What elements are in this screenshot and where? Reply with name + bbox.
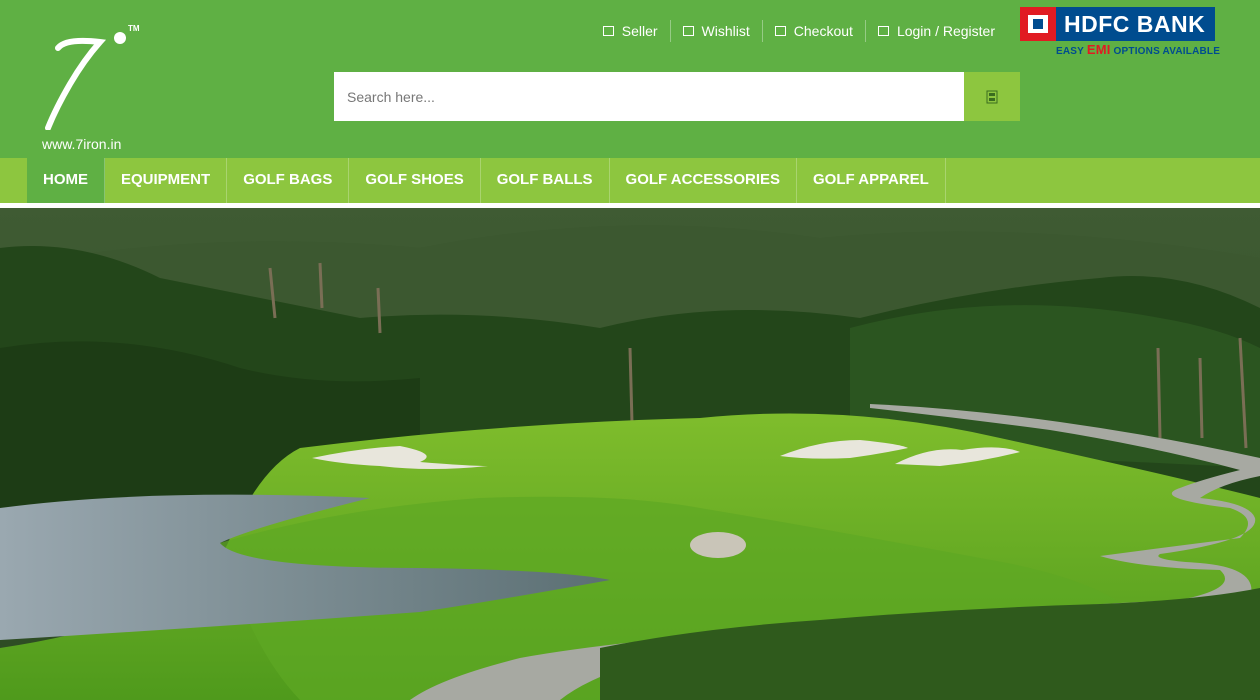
emi-tagline: EASY EMI OPTIONS AVAILABLE — [1056, 42, 1221, 57]
search-bar — [334, 72, 1020, 121]
toplink-seller[interactable]: Seller — [591, 20, 670, 42]
hero-banner-image — [0, 208, 1260, 700]
hdfc-logo-icon — [1020, 7, 1056, 41]
nav-item-golf-bags[interactable]: GOLF BAGS — [227, 158, 350, 203]
search-input[interactable] — [334, 72, 964, 121]
top-links: Seller Wishlist Checkout Login / Registe… — [591, 20, 1007, 42]
nav-item-golf-apparel[interactable]: GOLF APPAREL — [797, 158, 946, 203]
checkbox-icon — [602, 26, 614, 36]
hdfc-bank-banner[interactable]: HDFC BANK EASY EMI OPTIONS AVAILABLE — [1020, 7, 1225, 57]
checkbox-icon — [682, 26, 694, 36]
nav-item-golf-accessories[interactable]: GOLF ACCESSORIES — [610, 158, 797, 203]
toplink-login-register[interactable]: Login / Register — [864, 20, 1007, 42]
search-icon — [986, 90, 998, 103]
checkbox-icon — [774, 26, 786, 36]
checkbox-icon — [877, 26, 889, 36]
toplink-label: Seller — [621, 23, 658, 39]
site-header: TM www.7iron.in Seller Wishlist Checkout… — [0, 0, 1260, 158]
nav-item-equipment[interactable]: EQUIPMENT — [105, 158, 228, 203]
nav-item-golf-balls[interactable]: GOLF BALLS — [481, 158, 610, 203]
search-button[interactable] — [964, 72, 1020, 121]
hdfc-bank-name: HDFC BANK — [1056, 7, 1216, 41]
toplink-label: Login / Register — [896, 23, 995, 39]
logo-trademark: TM — [128, 24, 140, 33]
toplink-label: Checkout — [793, 23, 853, 39]
toplink-checkout[interactable]: Checkout — [761, 20, 865, 42]
nav-item-golf-shoes[interactable]: GOLF SHOES — [349, 158, 481, 203]
logo-url[interactable]: www.7iron.in — [42, 136, 121, 152]
nav-item-home[interactable]: HOME — [27, 158, 105, 203]
main-nav: HOME EQUIPMENT GOLF BAGS GOLF SHOES GOLF… — [0, 158, 1260, 203]
toplink-label: Wishlist — [701, 23, 750, 39]
site-logo[interactable]: TM www.7iron.in — [36, 20, 146, 155]
toplink-wishlist[interactable]: Wishlist — [669, 20, 762, 42]
logo-seven-mark: TM — [45, 24, 140, 130]
